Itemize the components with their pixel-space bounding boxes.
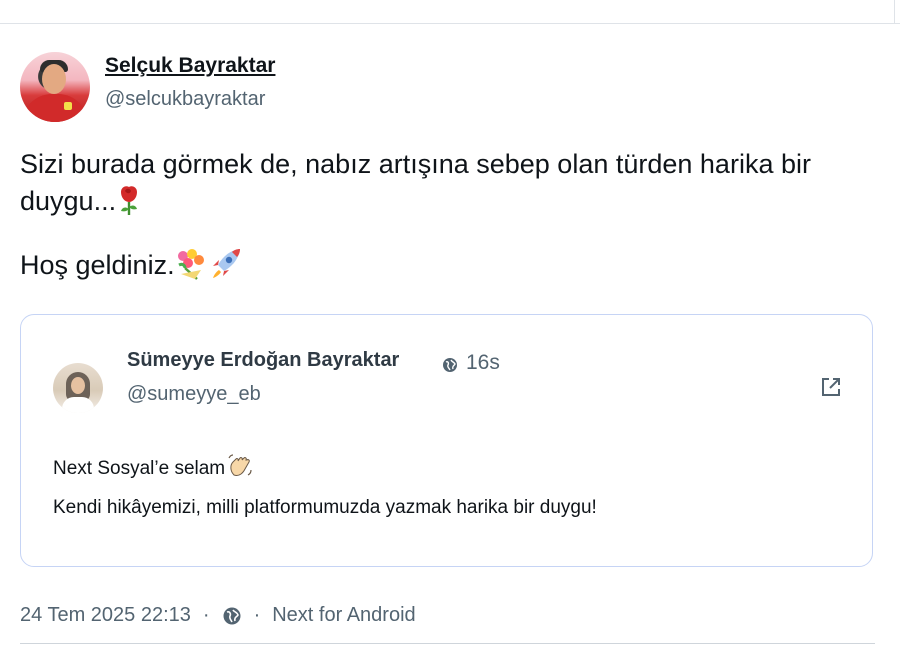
waving-hand-icon (227, 453, 253, 479)
separator: · (253, 604, 261, 626)
globe-icon (443, 358, 457, 372)
right-divider (894, 0, 895, 24)
post-text-fragment: Hoş geldiniz. (20, 250, 175, 280)
quoted-post-text-line: Next Sosyal’e selam (53, 453, 253, 480)
post-text-fragment: duygu... (20, 186, 117, 216)
rose-icon (118, 184, 140, 216)
post-meta: 24 Tem 2025 22:13 · · Next for Android (20, 604, 416, 627)
post-text-line: Sizi burada görmek de, nabız artışına se… (20, 149, 811, 179)
avatar[interactable] (20, 52, 90, 122)
author-name[interactable]: Selçuk Bayraktar (105, 54, 275, 78)
quoted-post-text-line: Kendi hikâyemizi, milli platformumuzda y… (53, 497, 597, 518)
post-text-line: duygu... (20, 183, 880, 220)
avatar[interactable] (53, 363, 103, 413)
bouquet-icon (175, 248, 209, 280)
separator: · (202, 604, 210, 626)
external-link-icon[interactable] (819, 375, 843, 399)
post-text: Sizi burada görmek de, nabız artışına se… (20, 146, 880, 284)
quoted-author-handle[interactable]: @sumeyye_eb (127, 383, 261, 406)
quoted-post-time: 16s (466, 351, 500, 374)
post-text-line: Hoş geldiniz. (20, 246, 880, 284)
quoted-post-card[interactable]: Sümeyye Erdoğan Bayraktar @sumeyye_eb 16… (20, 314, 873, 567)
quoted-author-name[interactable]: Sümeyye Erdoğan Bayraktar (127, 349, 399, 372)
post-timestamp[interactable]: 24 Tem 2025 22:13 (20, 604, 191, 627)
bottom-divider (20, 643, 875, 644)
globe-icon (223, 607, 241, 624)
author-handle[interactable]: @selcukbayraktar (105, 88, 265, 111)
rocket-icon (209, 246, 245, 280)
quoted-post-text-fragment: Next Sosyal’e selam (53, 458, 226, 479)
client-link[interactable]: Next for Android (272, 604, 415, 627)
post: Selçuk Bayraktar @selcukbayraktar Sizi b… (0, 24, 900, 645)
